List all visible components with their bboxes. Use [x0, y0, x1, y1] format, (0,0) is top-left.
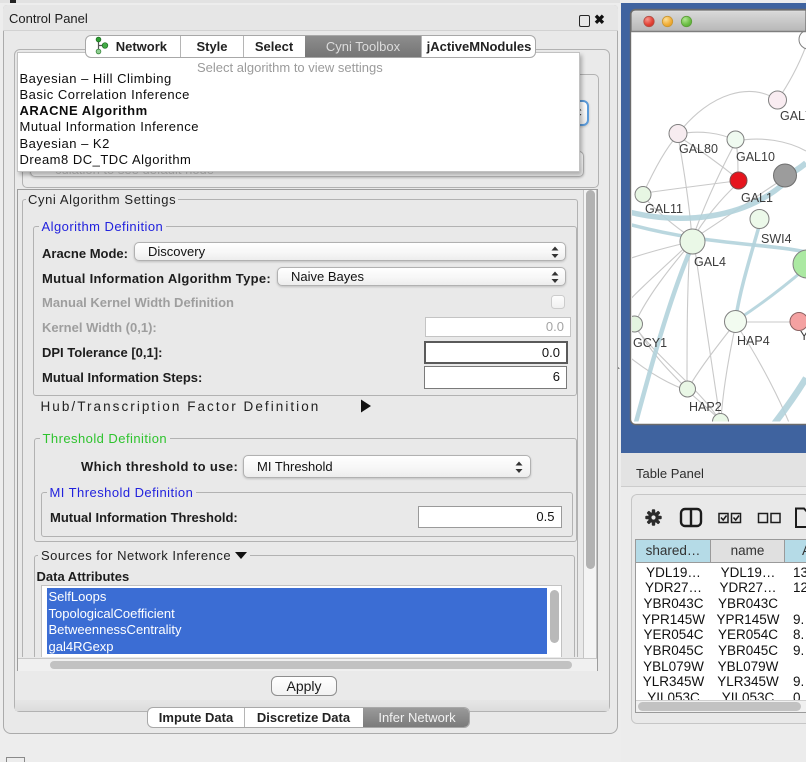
- svg-text:GAL1: GAL1: [741, 191, 773, 205]
- svg-text:GAL80: GAL80: [679, 142, 718, 156]
- svg-text:HAP2: HAP2: [689, 400, 722, 414]
- svg-text:GAL10: GAL10: [736, 150, 775, 164]
- svg-text:Y: Y: [800, 329, 806, 343]
- svg-text:GAL7: GAL7: [780, 109, 806, 123]
- svg-text:HAP4: HAP4: [737, 334, 770, 348]
- svg-text:SWI4: SWI4: [761, 232, 792, 246]
- svg-text:GCY1: GCY1: [633, 336, 667, 350]
- svg-text:GAL4: GAL4: [694, 255, 726, 269]
- svg-text:GAL11: GAL11: [645, 202, 683, 216]
